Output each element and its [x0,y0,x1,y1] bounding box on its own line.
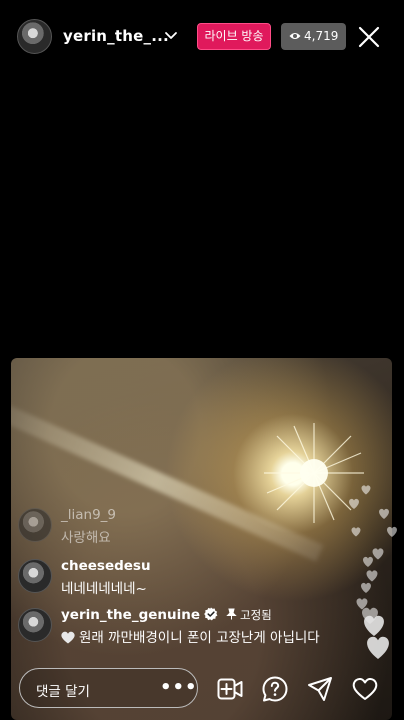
comment-username[interactable]: _lian9_9 [61,507,116,523]
close-icon[interactable] [358,26,380,48]
chevron-down-icon[interactable] [163,29,179,43]
live-header: yerin_the_... 라이브 방송 4,719 [0,0,404,72]
more-options-button[interactable]: ••• [160,677,198,698]
comment-username-row: yerin_the_genuine 고정됨 [61,607,272,623]
eye-icon [289,32,301,39]
comment-text-row: 원래 까만배경이니 폰이 고장난게 아닙니다 [61,626,320,646]
comment-text: 원래 까만배경이니 폰이 고장난게 아닙니다 [79,630,320,646]
comment-username[interactable]: cheesedesu [61,558,151,574]
commenter-avatar[interactable] [18,608,52,642]
comment-text: 사랑해요 [61,530,111,546]
viewer-count: 4,719 [304,29,339,43]
verified-badge-icon [204,607,218,621]
comment-text: 네네네네네네~ [61,581,147,597]
commenter-avatar[interactable] [18,559,52,593]
host-username[interactable]: yerin_the_... [63,27,169,45]
comment-input[interactable]: 댓글 달기 ••• [19,668,198,708]
live-badge: 라이브 방송 [197,23,271,50]
heart-icon[interactable] [352,676,378,702]
question-icon[interactable] [262,676,288,702]
viewer-count-badge: 4,719 [281,23,346,50]
host-avatar[interactable] [17,19,52,54]
heart-icon [61,631,75,644]
comment-username[interactable]: yerin_the_genuine [61,607,200,623]
pin-icon [226,608,237,620]
commenter-avatar[interactable] [18,508,52,542]
add-video-icon[interactable] [217,676,243,702]
pinned-label: 고정됨 [240,608,272,622]
send-icon[interactable] [307,676,333,702]
floating-hearts [349,485,397,659]
comment-input-placeholder: 댓글 달기 [36,684,90,700]
